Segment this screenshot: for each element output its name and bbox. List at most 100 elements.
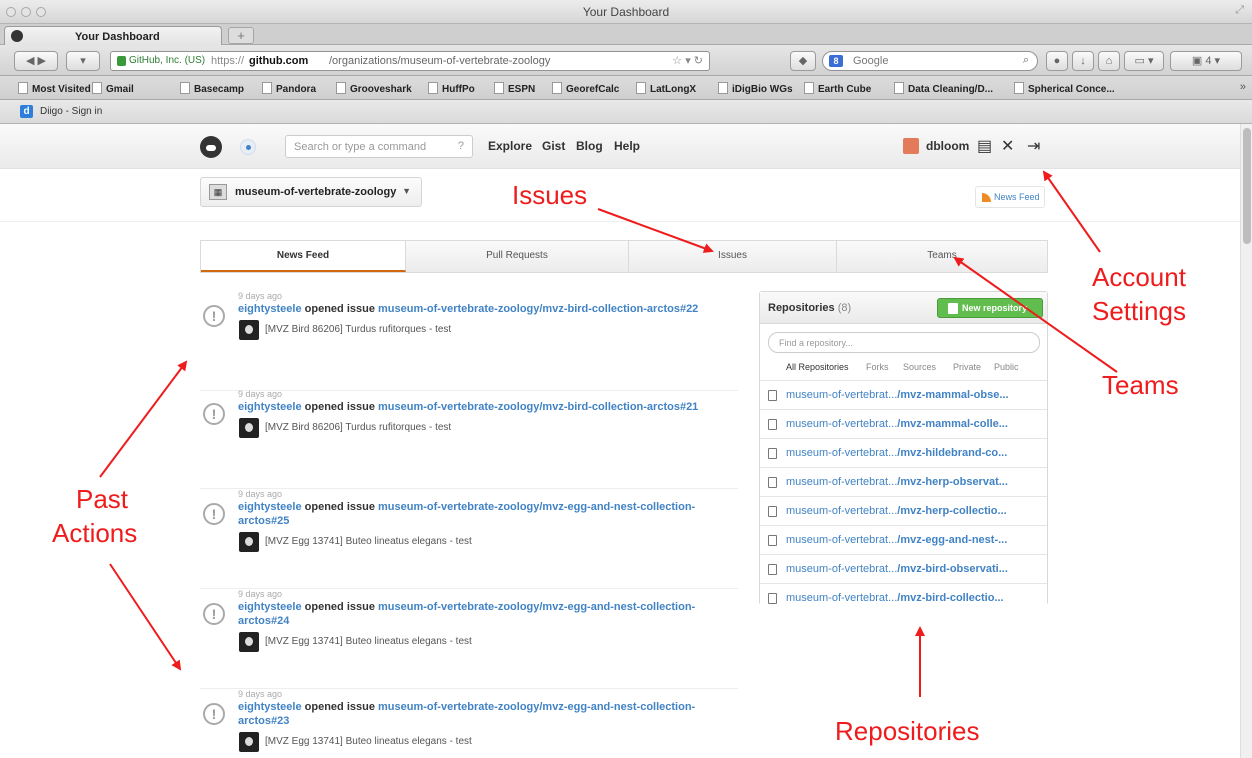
filter-public[interactable]: Public xyxy=(994,362,1019,372)
search-engine-bar[interactable]: 8 Google ⌕ xyxy=(822,51,1038,71)
feed-actor-link[interactable]: eightysteele xyxy=(238,501,302,513)
actor-avatar[interactable] xyxy=(239,732,259,752)
tab-issues[interactable]: Issues xyxy=(629,241,837,272)
repository-link[interactable]: museum-of-vertebrat.../mvz-egg-and-nest-… xyxy=(786,534,1007,546)
fullscreen-icon[interactable]: ⤢ xyxy=(1235,4,1244,17)
account-settings-icon[interactable]: ✕ xyxy=(1001,136,1014,156)
filter-private[interactable]: Private xyxy=(953,362,981,372)
bookmark-item[interactable]: LatLongX xyxy=(636,82,696,95)
context-label: museum-of-vertebrate-zoology xyxy=(235,186,397,198)
nav-explore[interactable]: Explore xyxy=(488,139,532,153)
feed-target-link[interactable]: museum-of-vertebrate-zoology/mvz-bird-co… xyxy=(378,401,698,413)
bookmark-item[interactable]: iDigBio WGs xyxy=(718,82,793,95)
download-icon[interactable]: ↓ xyxy=(1072,51,1094,71)
create-new-icon[interactable]: ▤ xyxy=(977,136,992,156)
repository-link[interactable]: museum-of-vertebrat.../mvz-mammal-colle.… xyxy=(786,418,1008,430)
repository-link[interactable]: museum-of-vertebrat.../mvz-mammal-obse..… xyxy=(786,389,1009,401)
feed-actor-link[interactable]: eightysteele xyxy=(238,601,302,613)
bookmark-label: iDigBio WGs xyxy=(732,84,793,95)
account-context-switcher[interactable]: ▦ museum-of-vertebrate-zoology ▼ xyxy=(200,177,422,207)
username-link[interactable]: dbloom xyxy=(926,139,969,153)
bookmark-item[interactable]: Most Visited ▾ xyxy=(18,82,99,95)
annotation-teams: Teams xyxy=(1102,370,1179,400)
repository-row[interactable]: museum-of-vertebrat.../mvz-herp-collecti… xyxy=(760,496,1047,525)
feed-actor-link[interactable]: eightysteele xyxy=(238,303,302,315)
actor-avatar[interactable] xyxy=(239,320,259,340)
repository-row[interactable]: museum-of-vertebrat.../mvz-hildebrand-co… xyxy=(760,438,1047,467)
nav-blog[interactable]: Blog xyxy=(576,139,603,153)
bookmark-label: Data Cleaning/D... xyxy=(908,84,994,95)
repository-link[interactable]: museum-of-vertebrat.../mvz-herp-collecti… xyxy=(786,505,1007,517)
repository-row[interactable]: museum-of-vertebrat.../mvz-mammal-colle.… xyxy=(760,409,1047,438)
repository-row[interactable]: museum-of-vertebrat.../mvz-mammal-obse..… xyxy=(760,380,1047,409)
diigo-icon[interactable]: d xyxy=(20,105,33,118)
feed-time: 9 days ago xyxy=(238,489,283,499)
home-icon[interactable]: ⌂ xyxy=(1098,51,1120,71)
bookmark-item[interactable]: Grooveshark xyxy=(336,82,412,95)
nav-help[interactable]: Help xyxy=(614,139,640,153)
filter-forks[interactable]: Forks xyxy=(866,362,889,372)
repository-link[interactable]: museum-of-vertebrat.../mvz-bird-collecti… xyxy=(786,592,1004,604)
browser-tab-dashboard[interactable]: Your Dashboard xyxy=(4,26,222,46)
bookmark-icon xyxy=(336,82,346,94)
search-icon[interactable]: ⌕ xyxy=(1023,54,1029,67)
new-repository-button[interactable]: New repository xyxy=(937,298,1043,318)
actor-avatar[interactable] xyxy=(239,632,259,652)
github-search-input[interactable]: Search or type a command ? xyxy=(285,135,473,158)
repository-row[interactable]: museum-of-vertebrat.../mvz-bird-collecti… xyxy=(760,583,1047,612)
nav-gist[interactable]: Gist xyxy=(542,139,565,153)
actor-avatar[interactable] xyxy=(239,418,259,438)
browser-nav-bar: ◀ ▶ ▾ GitHub, Inc. (US) https:// github.… xyxy=(0,45,1252,76)
tab-teams[interactable]: Teams xyxy=(837,241,1047,272)
sign-out-icon[interactable]: ⇥ xyxy=(1027,136,1040,156)
filter-sources[interactable]: Sources xyxy=(903,362,936,372)
repository-row[interactable]: museum-of-vertebrat.../mvz-bird-observat… xyxy=(760,554,1047,583)
find-repository-input[interactable]: Find a repository... xyxy=(768,332,1040,353)
bookmark-item[interactable]: Spherical Conce... xyxy=(1014,82,1115,95)
feed-actor-link[interactable]: eightysteele xyxy=(238,401,302,413)
repository-row[interactable]: museum-of-vertebrat.../mvz-herp-observat… xyxy=(760,467,1047,496)
diigo-sign-in[interactable]: Diigo - Sign in xyxy=(40,106,102,117)
scrollbar-thumb[interactable] xyxy=(1243,128,1251,244)
chevron-down-icon: ▼ xyxy=(402,186,411,196)
bookmark-item[interactable]: Pandora xyxy=(262,82,316,95)
bookmark-icon xyxy=(804,82,814,94)
tab-pull-requests[interactable]: Pull Requests xyxy=(406,241,629,272)
bookmark-item[interactable]: Data Cleaning/D... xyxy=(894,82,993,95)
tab-news-feed[interactable]: News Feed xyxy=(201,241,406,272)
extension-icons[interactable]: ▣ 4 ▾ xyxy=(1170,51,1242,71)
bookmark-item[interactable]: Earth Cube xyxy=(804,82,871,95)
bookmark-star-icon[interactable]: ☆ ▾ ↻ xyxy=(672,54,703,67)
sidebar-toggle-icon[interactable]: ▭ ▾ xyxy=(1124,51,1164,71)
repo-icon xyxy=(768,535,777,546)
feed-actor-link[interactable]: eightysteele xyxy=(238,701,302,713)
repository-link[interactable]: museum-of-vertebrat.../mvz-herp-observat… xyxy=(786,476,1008,488)
bookmark-item[interactable]: Basecamp xyxy=(180,82,244,95)
addon-button[interactable]: ◆ xyxy=(790,51,816,71)
bookmark-item[interactable]: GeorefCalc xyxy=(552,82,619,95)
bookmark-item[interactable]: HuffPo xyxy=(428,82,475,95)
bookmarks-overflow-icon[interactable]: » xyxy=(1240,81,1246,93)
filter-all[interactable]: All Repositories xyxy=(786,362,849,372)
bookmark-item[interactable]: ESPN xyxy=(494,82,535,95)
green-addon-icon[interactable]: ● xyxy=(1046,51,1068,71)
repository-link[interactable]: museum-of-vertebrat.../mvz-bird-observat… xyxy=(786,563,1008,575)
user-avatar[interactable] xyxy=(903,138,919,154)
address-bar[interactable]: GitHub, Inc. (US) https:// github.com /o… xyxy=(110,51,710,71)
feed-action: opened issue xyxy=(304,303,375,315)
github-logo-icon[interactable] xyxy=(200,136,222,158)
feed-target-link[interactable]: museum-of-vertebrate-zoology/mvz-bird-co… xyxy=(378,303,698,315)
page-scrollbar[interactable] xyxy=(1240,124,1252,758)
actor-avatar[interactable] xyxy=(239,532,259,552)
feed-item: ! 9 days ago eightysteele opened issue mus… xyxy=(200,589,738,689)
bookmark-item[interactable]: Gmail xyxy=(92,82,134,95)
bookmarks-toolbar: » Most Visited ▾ Gmail Basecamp Pandora Groo… xyxy=(0,76,1252,100)
back-forward-buttons[interactable]: ◀ ▶ xyxy=(14,51,58,71)
repository-link[interactable]: museum-of-vertebrat.../mvz-hildebrand-co… xyxy=(786,447,1007,459)
new-tab-button[interactable]: + xyxy=(228,27,254,44)
diigo-toolbar-button[interactable]: ▾ xyxy=(66,51,100,71)
search-help-icon[interactable]: ? xyxy=(458,140,464,152)
notifications-icon[interactable] xyxy=(240,139,256,155)
news-feed-rss-link[interactable]: News Feed xyxy=(975,186,1045,208)
repository-row[interactable]: museum-of-vertebrat.../mvz-egg-and-nest-… xyxy=(760,525,1047,554)
